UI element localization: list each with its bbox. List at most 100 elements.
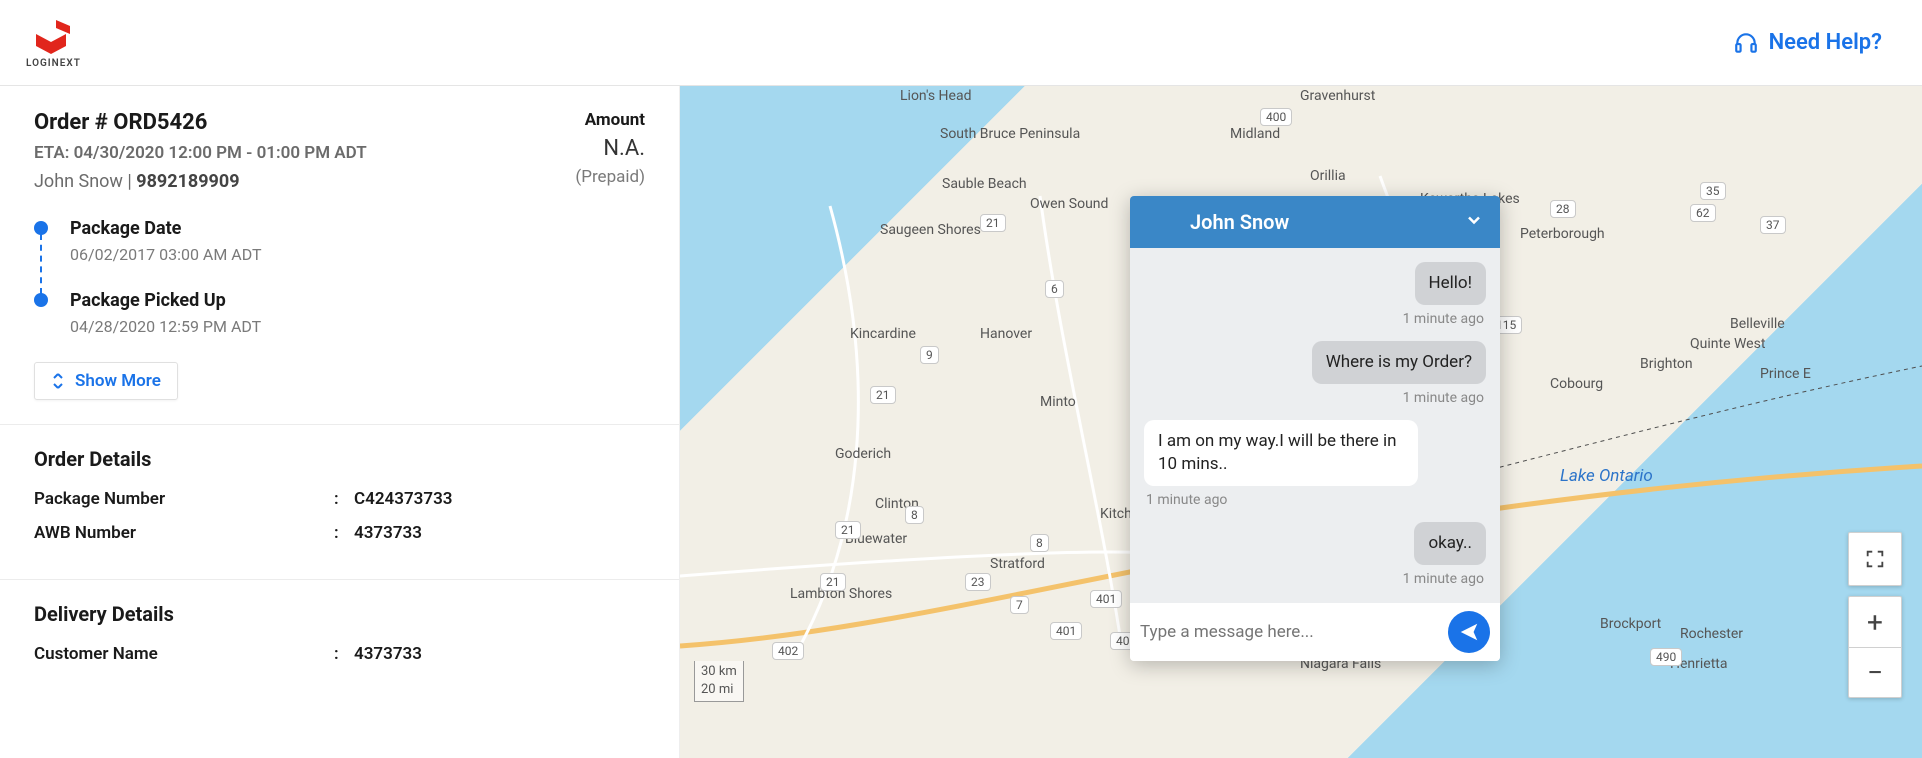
map-scale: 30 km 20 mi bbox=[694, 661, 744, 702]
order-title: Order # ORD5426 bbox=[34, 110, 367, 135]
map-place-label: Owen Sound bbox=[1030, 196, 1108, 212]
map-route-shield: 62 bbox=[1690, 204, 1716, 222]
map-place-label: Orillia bbox=[1310, 168, 1346, 184]
chat-collapse-button[interactable] bbox=[1464, 210, 1484, 235]
map-place-label: Gravenhurst bbox=[1300, 88, 1375, 104]
brand-name: LOGINEXT bbox=[26, 58, 81, 69]
map-place-label: Minto bbox=[1040, 394, 1076, 410]
show-more-button[interactable]: Show More bbox=[34, 362, 178, 400]
need-help-link[interactable]: Need Help? bbox=[1733, 30, 1882, 56]
lake-label: Lake Ontario bbox=[1560, 466, 1653, 486]
detail-row: Customer Name : 4373733 bbox=[34, 644, 645, 664]
chat-message-incoming: okay.. bbox=[1414, 522, 1486, 565]
detail-key: AWB Number bbox=[34, 523, 334, 543]
section-heading: Delivery Details bbox=[34, 602, 645, 626]
need-help-label: Need Help? bbox=[1769, 30, 1882, 55]
delivery-details-section: Delivery Details Customer Name : 4373733 bbox=[0, 580, 679, 664]
map-place-label: Kitch bbox=[1100, 506, 1132, 522]
detail-key: Customer Name bbox=[34, 644, 334, 664]
map-place-label: Rochester bbox=[1680, 626, 1743, 642]
fullscreen-icon bbox=[1864, 548, 1886, 570]
chat-message-incoming: Hello! bbox=[1415, 262, 1487, 305]
order-details-section: Order Details Package Number : C42437373… bbox=[0, 425, 679, 580]
chat-timestamp: 1 minute ago bbox=[1146, 492, 1227, 508]
order-summary: Order # ORD5426 ETA: 04/30/2020 12:00 PM… bbox=[0, 86, 679, 218]
chat-timestamp: 1 minute ago bbox=[1403, 311, 1484, 327]
scale-mi: 20 mi bbox=[701, 681, 737, 699]
order-eta: ETA: 04/30/2020 12:00 PM - 01:00 PM ADT bbox=[34, 143, 367, 163]
chevron-down-icon bbox=[1464, 210, 1484, 230]
detail-key: Package Number bbox=[34, 489, 334, 509]
map-route-shield: 21 bbox=[870, 386, 896, 404]
map-place-label: Cobourg bbox=[1550, 376, 1603, 392]
order-panel: Order # ORD5426 ETA: 04/30/2020 12:00 PM… bbox=[0, 86, 680, 758]
map-route-shield: 400 bbox=[1260, 108, 1292, 126]
timeline-dot-icon bbox=[34, 293, 48, 307]
chat-message-incoming: Where is my Order? bbox=[1312, 341, 1486, 384]
chat-body: Hello! 1 minute ago Where is my Order? 1 mi… bbox=[1130, 248, 1500, 603]
zoom-in-button[interactable]: + bbox=[1849, 597, 1901, 647]
map-place-label: Goderich bbox=[835, 446, 891, 462]
detail-row: Package Number : C424373733 bbox=[34, 489, 645, 509]
map-route-shield: 35 bbox=[1700, 182, 1726, 200]
map-route-shield: 23 bbox=[965, 573, 991, 591]
chat-input[interactable] bbox=[1140, 622, 1448, 642]
map-place-label: Brockport bbox=[1600, 616, 1661, 632]
timeline-item: Package Date 06/02/2017 03:00 AM ADT bbox=[34, 218, 645, 290]
map-place-label: Midland bbox=[1230, 126, 1280, 142]
customer-phone: 9892189909 bbox=[136, 171, 239, 192]
zoom-out-button[interactable]: − bbox=[1849, 647, 1901, 697]
map-place-label: Kincardine bbox=[850, 326, 916, 342]
amount-label: Amount bbox=[575, 110, 645, 130]
map-route-shield: 37 bbox=[1760, 216, 1786, 234]
timeline-date: 04/28/2020 12:59 PM ADT bbox=[70, 317, 261, 336]
loginext-logo-icon bbox=[26, 16, 76, 56]
send-button[interactable] bbox=[1448, 611, 1490, 653]
chat-widget: John Snow Hello! 1 minute ago Where is my … bbox=[1130, 196, 1500, 661]
scale-km: 30 km bbox=[701, 663, 737, 681]
chat-timestamp: 1 minute ago bbox=[1403, 571, 1484, 587]
chat-timestamp: 1 minute ago bbox=[1403, 390, 1484, 406]
map-route-shield: 8 bbox=[905, 506, 924, 524]
timeline-item: Package Picked Up 04/28/2020 12:59 PM AD… bbox=[34, 290, 645, 362]
map-place-label: Hanover bbox=[980, 326, 1032, 342]
map-place-label: Stratford bbox=[990, 556, 1045, 572]
detail-row: AWB Number : 4373733 bbox=[34, 523, 645, 543]
map-route-shield: 401 bbox=[1050, 622, 1082, 640]
timeline-title: Package Picked Up bbox=[70, 290, 261, 311]
map-route-shield: 7 bbox=[1010, 596, 1029, 614]
app-header: LOGINEXT Need Help? bbox=[0, 0, 1922, 86]
map-route-shield: 8 bbox=[1030, 534, 1049, 552]
show-more-label: Show More bbox=[75, 371, 161, 391]
brand-logo: LOGINEXT bbox=[26, 16, 81, 69]
map-route-shield: 21 bbox=[980, 214, 1006, 232]
map-route-shield: 21 bbox=[835, 521, 861, 539]
chat-header[interactable]: John Snow bbox=[1130, 196, 1500, 248]
order-customer: John Snow | 9892189909 bbox=[34, 171, 367, 192]
amount-value: N.A. bbox=[575, 136, 645, 161]
chat-input-row bbox=[1130, 603, 1500, 661]
map-place-label: Brighton bbox=[1640, 356, 1693, 372]
map-route-shield: 6 bbox=[1045, 280, 1064, 298]
timeline-date: 06/02/2017 03:00 AM ADT bbox=[70, 245, 262, 264]
chat-message-outgoing: I am on my way.I will be there in 10 min… bbox=[1144, 420, 1418, 486]
timeline-dot-icon bbox=[34, 221, 48, 235]
map-place-label: South Bruce Peninsula bbox=[940, 126, 1080, 142]
fullscreen-button[interactable] bbox=[1848, 532, 1902, 586]
map-place-label: Belleville bbox=[1730, 316, 1785, 332]
map-route-shield: 401 bbox=[1090, 590, 1122, 608]
map-route-shield: 21 bbox=[820, 573, 846, 591]
map-route-shield: 28 bbox=[1550, 200, 1576, 218]
map-place-label: Peterborough bbox=[1520, 226, 1605, 242]
map-place-label: Sauble Beach bbox=[942, 176, 1027, 192]
map-place-label: Lion's Head bbox=[900, 88, 971, 104]
zoom-control: + − bbox=[1848, 596, 1902, 698]
map-place-label: Prince E bbox=[1760, 366, 1811, 382]
send-icon bbox=[1458, 621, 1480, 643]
customer-name: John Snow bbox=[34, 171, 123, 192]
map-place-label: Quinte West bbox=[1690, 336, 1765, 352]
map-panel[interactable]: South Bruce PeninsulaSauble BeachSaugeen… bbox=[680, 86, 1922, 758]
detail-value: 4373733 bbox=[354, 644, 645, 664]
map-route-shield: 490 bbox=[1650, 648, 1682, 666]
map-route-shield: 9 bbox=[920, 346, 939, 364]
